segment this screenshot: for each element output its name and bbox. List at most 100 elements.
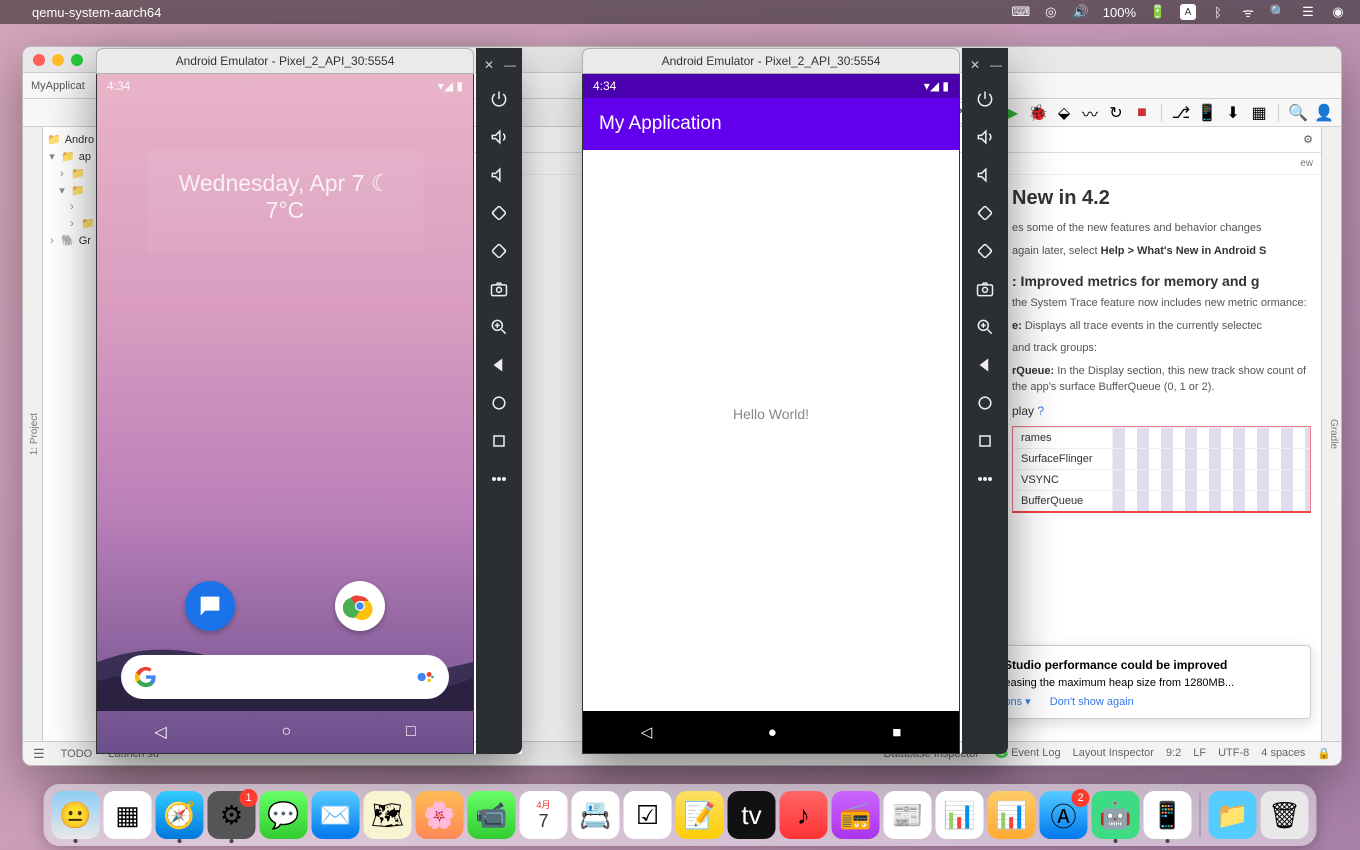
spotlight-icon[interactable]: 🔍	[1270, 4, 1286, 20]
nav-home-button[interactable]: ●	[768, 724, 777, 741]
screenshot-button[interactable]	[482, 272, 516, 306]
emu-minimize-button[interactable]: —	[990, 60, 1000, 70]
volume-up-button[interactable]	[482, 120, 516, 154]
facetime-icon[interactable]: 📹	[468, 791, 516, 839]
zoom-button[interactable]	[968, 310, 1002, 344]
emu-home-button[interactable]	[482, 386, 516, 420]
emu-overview-button[interactable]	[968, 424, 1002, 458]
close-button[interactable]	[33, 54, 45, 66]
maps-icon[interactable]: 🗺	[364, 791, 412, 839]
resource-manager-button[interactable]: ▦	[1248, 102, 1270, 124]
nav-recents-button[interactable]: □	[406, 723, 416, 741]
zoom-button[interactable]	[482, 310, 516, 344]
volume-icon[interactable]: 🔊	[1073, 4, 1089, 20]
tab-project[interactable]: 1: Project	[27, 409, 42, 459]
news-icon[interactable]: 📰	[884, 791, 932, 839]
rotate-left-button[interactable]	[968, 196, 1002, 230]
whatsnew-tab[interactable]: ew	[1300, 158, 1313, 169]
emu-back-button[interactable]	[482, 348, 516, 382]
power-button[interactable]	[968, 82, 1002, 116]
debug-button[interactable]: 🐞	[1027, 102, 1049, 124]
settings-icon[interactable]: ⚙	[1303, 133, 1313, 146]
window-controls	[33, 54, 83, 66]
numbers-icon[interactable]: 📊	[936, 791, 984, 839]
messages-app-icon[interactable]	[185, 581, 235, 631]
emu-close-button[interactable]: ✕	[970, 60, 980, 70]
screenshot-button[interactable]	[968, 272, 1002, 306]
power-button[interactable]	[482, 82, 516, 116]
podcasts-icon[interactable]: 📻	[832, 791, 880, 839]
emu-home-button[interactable]	[968, 386, 1002, 420]
toast-dont-show-link[interactable]: Don't show again	[1050, 696, 1134, 708]
chrome-app-icon[interactable]	[335, 581, 385, 631]
system-preferences-icon[interactable]: ⚙1	[208, 791, 256, 839]
rotate-right-button[interactable]	[968, 234, 1002, 268]
battery-percent[interactable]: 100%	[1103, 5, 1136, 20]
rotate-right-button[interactable]	[482, 234, 516, 268]
tab-gradle[interactable]: Gradle	[1326, 415, 1341, 453]
airdrop-icon[interactable]: ◎	[1043, 4, 1059, 20]
trash-icon[interactable]: 🗑	[1261, 791, 1309, 839]
notes-icon[interactable]: 📝	[676, 791, 724, 839]
keynote-icon[interactable]: 📊	[988, 791, 1036, 839]
emu-close-button[interactable]: ✕	[484, 60, 494, 70]
nav-back-button[interactable]: ◁	[154, 722, 166, 742]
control-center-icon[interactable]: ☰	[1300, 4, 1316, 20]
nav-home-button[interactable]: ○	[281, 723, 291, 741]
android-studio-icon[interactable]: 🤖	[1092, 791, 1140, 839]
status-line-sep[interactable]: LF	[1193, 747, 1206, 760]
downloads-icon[interactable]: 📁	[1209, 791, 1257, 839]
status-indent[interactable]: 4 spaces	[1261, 747, 1305, 760]
active-app-name[interactable]: qemu-system-aarch64	[32, 5, 161, 20]
home-date-widget[interactable]: Wednesday, Apr 7 ☾ 7°C	[147, 150, 423, 252]
volume-up-button[interactable]	[968, 120, 1002, 154]
status-layout-inspector[interactable]: Layout Inspector	[1073, 747, 1154, 760]
emulator-title: Android Emulator - Pixel_2_API_30:5554	[96, 48, 474, 74]
emu-overview-button[interactable]	[482, 424, 516, 458]
avd-manager-button[interactable]: 📱	[1196, 102, 1218, 124]
emu-minimize-button[interactable]: —	[504, 60, 514, 70]
mail-icon[interactable]: ✉️	[312, 791, 360, 839]
coverage-button[interactable]: ⬙	[1053, 102, 1075, 124]
tv-icon[interactable]: tv	[728, 791, 776, 839]
nav-path[interactable]: MyApplicat	[31, 80, 85, 92]
stop-button[interactable]: ■	[1131, 102, 1153, 124]
rotate-left-button[interactable]	[482, 196, 516, 230]
assistant-icon[interactable]	[415, 667, 435, 687]
finder-icon[interactable]: 😐	[52, 791, 100, 839]
nav-back-button[interactable]: ◁	[641, 723, 653, 741]
photos-icon[interactable]: 🌸	[416, 791, 464, 839]
safari-icon[interactable]: 🧭	[156, 791, 204, 839]
attach-debugger-button[interactable]: ↻	[1105, 102, 1127, 124]
launchpad-icon[interactable]: ▦	[104, 791, 152, 839]
vcs-button[interactable]: ⎇	[1170, 102, 1192, 124]
screen-mirror-icon[interactable]: ⌨	[1013, 4, 1029, 20]
appstore-icon[interactable]: Ⓐ2	[1040, 791, 1088, 839]
zoom-button[interactable]	[71, 54, 83, 66]
nav-recents-button[interactable]: ■	[892, 724, 901, 741]
lock-icon[interactable]: 🔒	[1317, 747, 1331, 760]
minimize-button[interactable]	[52, 54, 64, 66]
sdk-manager-button[interactable]: ⬇	[1222, 102, 1244, 124]
volume-down-button[interactable]	[482, 158, 516, 192]
wifi-icon[interactable]: ᯤ	[1240, 4, 1256, 20]
scrcpy-icon[interactable]: 📱	[1144, 791, 1192, 839]
more-button[interactable]	[968, 462, 1002, 496]
siri-icon[interactable]: ◉	[1330, 4, 1346, 20]
input-source-icon[interactable]: A	[1180, 4, 1196, 20]
calendar-icon[interactable]: 4月7	[520, 791, 568, 839]
volume-down-button[interactable]	[968, 158, 1002, 192]
emu-back-button[interactable]	[968, 348, 1002, 382]
google-search-bar[interactable]	[121, 655, 449, 699]
bluetooth-icon[interactable]: ᛒ	[1210, 4, 1226, 20]
messages-icon[interactable]: 💬	[260, 791, 308, 839]
contacts-icon[interactable]: 📇	[572, 791, 620, 839]
music-icon[interactable]: ♪	[780, 791, 828, 839]
status-encoding[interactable]: UTF-8	[1218, 747, 1249, 760]
reminders-icon[interactable]: ☑	[624, 791, 672, 839]
profile-button[interactable]: 〰	[1079, 102, 1101, 124]
search-everywhere-button[interactable]: 🔍	[1287, 102, 1309, 124]
more-button[interactable]	[482, 462, 516, 496]
account-button[interactable]: 👤	[1313, 102, 1335, 124]
status-todo[interactable]: TODO	[61, 748, 93, 760]
